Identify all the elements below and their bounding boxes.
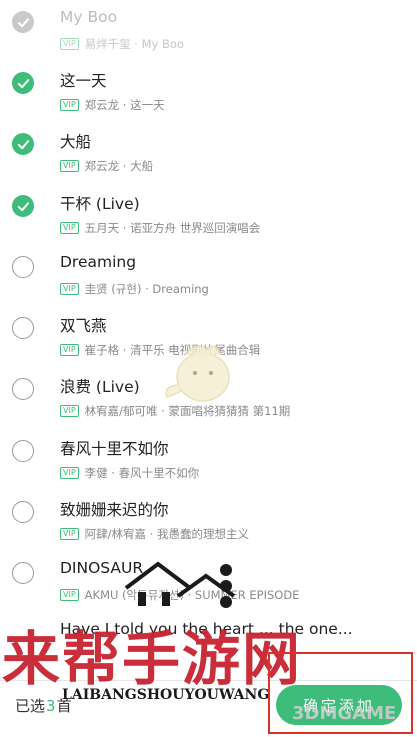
song-subtitle: 五月天 · 诺亚方舟 世界巡回演唱会	[84, 221, 261, 235]
vip-badge: VIP	[60, 99, 79, 111]
watermark-logo-text: 3DMGAME	[292, 703, 397, 724]
song-title: 双飞燕	[60, 317, 107, 335]
unchecked-circle-icon[interactable]	[12, 317, 34, 339]
song-row[interactable]: 大船 VIP 郑云龙 · 大船	[0, 122, 417, 183]
watermark-small-text: LAIBANGSHOUYOUWANG	[62, 687, 270, 703]
song-row[interactable]: 干杯 (Live) VIP 五月天 · 诺亚方舟 世界巡回演唱会	[0, 184, 417, 245]
song-row[interactable]: 春风十里不如你 VIP 李健 · 春风十里不如你	[0, 429, 417, 490]
selected-count: 3	[46, 697, 56, 715]
song-subtitle-line: VIP 五月天 · 诺亚方舟 世界巡回演唱会	[60, 220, 260, 236]
song-row[interactable]: 这一天 VIP 郑云龙 · 这一天	[0, 61, 417, 122]
song-subtitle-line: VIP 阿肆/林宥嘉 · 我愚蠢的理想主义	[60, 526, 249, 542]
song-subtitle: 阿肆/林宥嘉 · 我愚蠢的理想主义	[84, 527, 249, 541]
watermark-big-text: 来帮手游网	[2, 625, 303, 693]
song-row[interactable]: Dreaming VIP 圭贤 (규현) · Dreaming	[0, 245, 417, 306]
unchecked-circle-icon[interactable]	[12, 378, 34, 400]
check-circle-icon[interactable]	[12, 11, 34, 33]
song-subtitle-line: VIP 李健 · 春风十里不如你	[60, 465, 199, 481]
song-title: My Boo	[60, 8, 118, 26]
song-title: 致姗姗来迟的你	[60, 501, 169, 519]
song-subtitle-line: VIP 圭贤 (규현) · Dreaming	[60, 281, 209, 297]
song-title: 大船	[60, 133, 92, 151]
vip-badge: VIP	[60, 344, 79, 356]
song-subtitle: 李健 · 春风十里不如你	[84, 466, 200, 480]
song-subtitle: 圭贤 (규현) · Dreaming	[84, 282, 209, 296]
vip-badge: VIP	[60, 283, 79, 295]
check-circle-icon[interactable]	[12, 195, 34, 217]
vip-badge: VIP	[60, 405, 79, 417]
song-title: Dreaming	[60, 253, 137, 271]
song-subtitle: 易烊千玺 · My Boo	[84, 37, 184, 51]
song-subtitle-line: VIP 易烊千玺 · My Boo	[60, 36, 184, 52]
song-title: 这一天	[60, 72, 107, 90]
unchecked-circle-icon[interactable]	[12, 256, 34, 278]
song-subtitle-line: VIP 郑云龙 · 大船	[60, 158, 153, 174]
vip-badge: VIP	[60, 222, 79, 234]
song-title: 浪费 (Live)	[60, 378, 140, 396]
song-row[interactable]: 致姗姗来迟的你 VIP 阿肆/林宥嘉 · 我愚蠢的理想主义	[0, 490, 417, 551]
vip-badge: VIP	[60, 528, 79, 540]
unchecked-circle-icon[interactable]	[12, 440, 34, 462]
vip-badge: VIP	[60, 160, 79, 172]
selected-prefix: 已选	[15, 697, 46, 715]
song-title: 春风十里不如你	[60, 440, 169, 458]
vip-badge: VIP	[60, 589, 79, 601]
vip-badge: VIP	[60, 467, 79, 479]
check-circle-icon[interactable]	[12, 72, 34, 94]
song-title: 干杯 (Live)	[60, 195, 140, 213]
mascot-watermark-icon	[165, 345, 230, 402]
unchecked-circle-icon[interactable]	[12, 501, 34, 523]
song-subtitle: 郑云龙 · 大船	[84, 159, 154, 173]
song-subtitle-line: VIP 郑云龙 · 这一天	[60, 97, 165, 113]
unchecked-circle-icon[interactable]	[12, 562, 34, 584]
song-subtitle: 郑云龙 · 这一天	[84, 98, 165, 112]
vip-badge: VIP	[60, 38, 79, 50]
check-circle-icon[interactable]	[12, 133, 34, 155]
song-row[interactable]: My Boo VIP 易烊千玺 · My Boo	[0, 0, 417, 61]
